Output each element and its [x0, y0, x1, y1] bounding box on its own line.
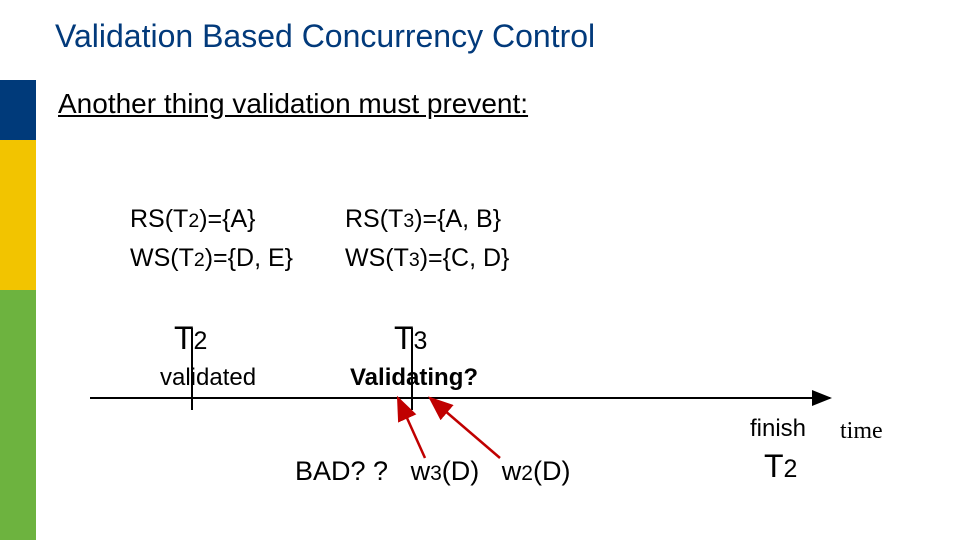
finish-transaction: T2: [764, 448, 797, 485]
t3-write-set: WS(T3)={C, D}: [345, 239, 509, 278]
t2-sets: RS(T2)={A} WS(T2)={D, E}: [130, 200, 293, 278]
t3-read-set: RS(T3)={A, B}: [345, 200, 509, 239]
time-axis-label: time: [840, 418, 883, 445]
bad-question: BAD? ?: [295, 456, 388, 486]
slide: Validation Based Concurrency Control Ano…: [0, 0, 960, 540]
t3-timeline-label: T3: [394, 320, 427, 357]
accent-stripe-green: [0, 290, 36, 540]
sidebar-accent: [0, 80, 36, 540]
accent-stripe-yellow: [0, 140, 36, 290]
t2-write-set: WS(T2)={D, E}: [130, 239, 293, 278]
t3-status: Validating?: [350, 364, 478, 392]
t3-sets: RS(T3)={A, B} WS(T3)={C, D}: [345, 200, 509, 278]
bad-line: BAD? ? w3(D) w2(D): [295, 456, 571, 487]
arrow-w3-to-validating: [398, 398, 425, 458]
arrow-w2-to-validating: [430, 398, 500, 458]
subtitle: Another thing validation must prevent:: [58, 88, 528, 120]
t2-read-set: RS(T2)={A}: [130, 200, 293, 239]
accent-stripe-blue: [0, 80, 36, 140]
t2-timeline-label: T2: [174, 320, 207, 357]
finish-label: finish: [750, 415, 806, 443]
w2-write: w2(D): [502, 456, 571, 486]
t2-status: validated: [160, 364, 256, 392]
page-title: Validation Based Concurrency Control: [55, 18, 595, 55]
w3-write: w3(D): [411, 456, 480, 486]
